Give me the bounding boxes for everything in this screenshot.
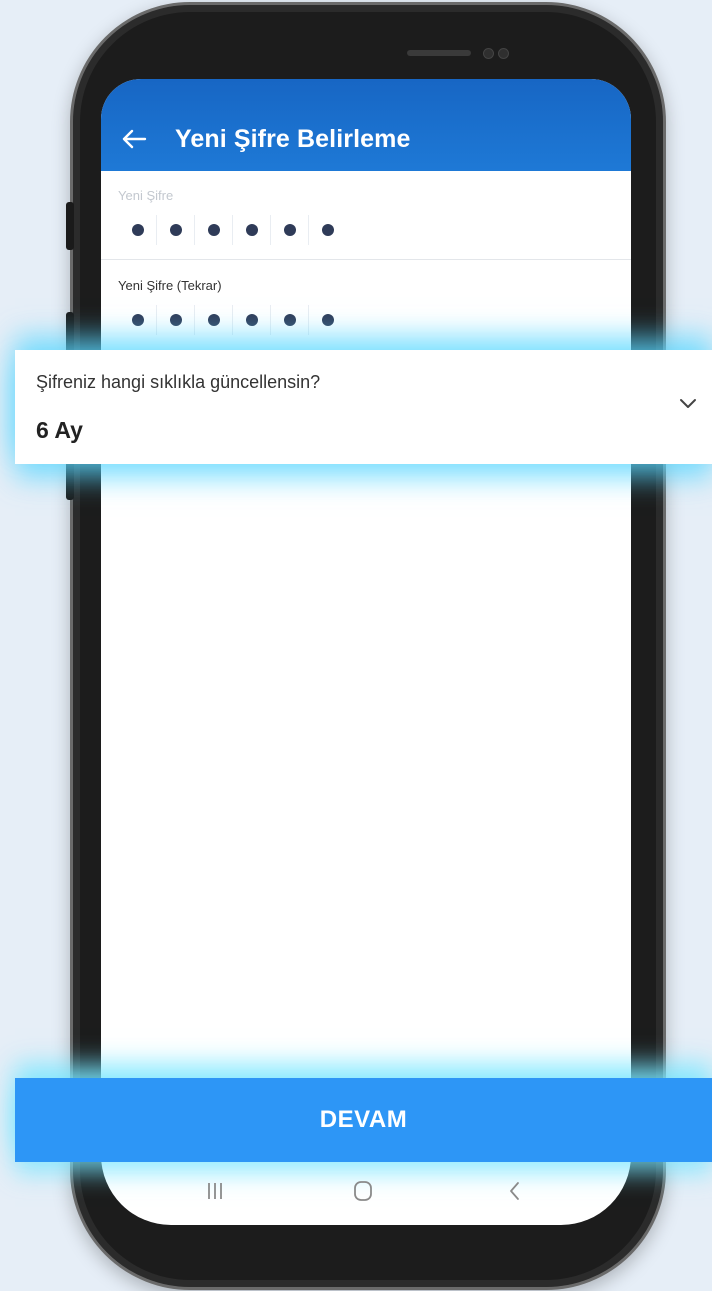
password-dot — [283, 314, 296, 326]
continue-button[interactable]: DEVAM — [15, 1078, 712, 1162]
password-dot — [245, 314, 258, 326]
page-title: Yeni Şifre Belirleme — [175, 125, 411, 153]
password-dot — [131, 314, 144, 326]
password-dots — [119, 215, 346, 245]
app-bar: Yeni Şifre Belirleme — [101, 79, 631, 171]
chevron-down-icon[interactable] — [677, 392, 699, 414]
home-icon[interactable] — [353, 1180, 373, 1202]
field-label: Yeni Şifre (Tekrar) — [118, 278, 222, 293]
app-screen: Yeni Şifre Belirleme Yeni Şifre Yeni Şif… — [101, 79, 631, 1225]
recents-icon[interactable] — [205, 1182, 225, 1200]
volume-button — [66, 202, 74, 250]
repeat-password-field[interactable]: Yeni Şifre (Tekrar) — [101, 260, 631, 350]
password-dot — [245, 224, 258, 236]
password-dot — [207, 314, 220, 326]
earpiece-speaker — [407, 50, 471, 56]
selected-frequency: 6 Ay — [36, 417, 83, 443]
front-camera — [498, 48, 509, 59]
field-label: Yeni Şifre — [118, 188, 174, 203]
password-dot — [131, 224, 144, 236]
password-dot — [169, 314, 182, 326]
password-dots — [119, 305, 346, 335]
android-nav-bar — [101, 1162, 631, 1222]
new-password-field[interactable]: Yeni Şifre — [101, 171, 631, 259]
password-dot — [169, 224, 182, 236]
frequency-question: Şifreniz hangi sıklıkla güncellensin? — [36, 372, 321, 392]
password-dot — [321, 314, 334, 326]
arrow-left-icon[interactable] — [119, 124, 149, 154]
back-icon[interactable] — [507, 1180, 523, 1202]
password-dot — [321, 224, 334, 236]
front-sensor — [483, 48, 494, 59]
password-dot — [207, 224, 220, 236]
password-dot — [283, 224, 296, 236]
update-frequency-select[interactable]: Şifreniz hangi sıklıkla güncellensin? 6 … — [15, 350, 712, 464]
